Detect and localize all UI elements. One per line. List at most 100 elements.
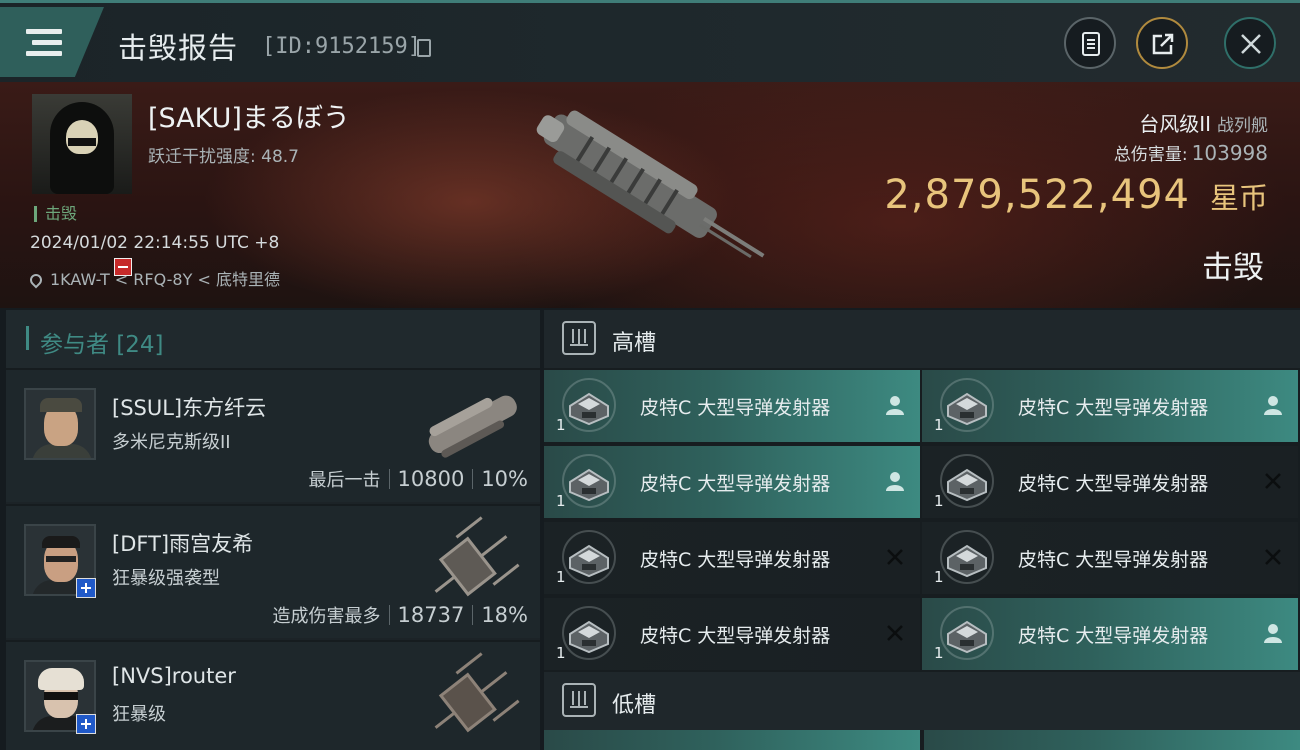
module-quantity: 1	[934, 416, 944, 434]
participant-ship-image	[428, 395, 517, 458]
dropped-person-icon	[886, 396, 904, 415]
kill-location[interactable]: 1KAW-T < RFQ-8Y < 底特里德	[27, 266, 280, 290]
report-id: [ID:9152159]	[262, 34, 421, 59]
slot-glyph	[570, 329, 588, 346]
victim-ship-class[interactable]: 台风级II 战列舰	[1139, 108, 1268, 137]
missile-launcher-icon	[562, 454, 616, 508]
high-slot-item[interactable]: 1 皮特C 大型导弹发射器	[922, 522, 1298, 594]
clipboard-icon	[1082, 32, 1100, 56]
clipboard-button[interactable]	[1064, 17, 1116, 69]
destroyed-x-icon	[887, 625, 903, 641]
total-damage-value: 103998	[1191, 141, 1268, 165]
location-text: 1KAW-T < RFQ-8Y < 底特里德	[50, 270, 280, 289]
missile-launcher-icon	[562, 530, 616, 584]
participant-ship-image	[434, 516, 520, 597]
location-pin-icon	[27, 271, 45, 289]
high-slot-icon	[562, 321, 596, 355]
ship-type: 战列舰	[1217, 116, 1268, 136]
warp-scramble-strength: 跃迁干扰强度: 48.7	[148, 147, 299, 167]
missile-launcher-icon	[940, 530, 994, 584]
total-damage: 总伤害量: 103998	[1114, 140, 1268, 165]
high-slot-item[interactable]: 1 皮特C 大型导弹发射器	[922, 370, 1298, 442]
module-name: 皮特C 大型导弹发射器	[640, 473, 831, 495]
total-damage-label: 总伤害量:	[1113, 145, 1188, 165]
participant-name: [DFT]雨宫友希	[112, 532, 254, 556]
missile-launcher-icon	[562, 378, 616, 432]
participants-panel: 参与者 [24] [SSUL]东方纤云 多米尼克斯级II 最后一击 10800 10…	[6, 310, 540, 750]
low-slot-icon	[562, 683, 596, 717]
kill-summary: [SAKU]まるぼう 跃迁干扰强度: 48.7 击毁 2024/01/02 22…	[0, 82, 1300, 308]
module-name: 皮特C 大型导弹发射器	[1018, 397, 1209, 419]
module-name: 皮特C 大型导弹发射器	[1018, 625, 1209, 647]
avatar-cap	[40, 398, 82, 412]
menu-icon-bar	[26, 51, 62, 56]
participants-header[interactable]: 参与者 [24]	[6, 310, 540, 368]
participant-ship: 多米尼克斯级II	[112, 432, 231, 453]
participant-name: [SSUL]东方纤云	[112, 396, 267, 420]
participant-row[interactable]: [NVS]router 狂暴级	[6, 640, 540, 750]
module-quantity: 1	[556, 568, 566, 586]
missile-launcher-icon	[940, 378, 994, 432]
stat-divider	[472, 469, 474, 489]
dropped-person-icon	[1264, 396, 1282, 415]
kill-timestamp: 2024/01/02 22:14:55 UTC +8	[30, 233, 280, 253]
menu-button[interactable]	[0, 7, 104, 77]
fleet-plus-badge	[76, 714, 96, 734]
participant-stats: 造成伤害最多 18737 18%	[273, 602, 529, 628]
low-slot-item[interactable]	[924, 730, 1300, 750]
avatar-glasses	[44, 692, 78, 700]
low-slot-label: 低槽	[612, 693, 657, 718]
dropped-person-icon	[1264, 624, 1282, 643]
missile-launcher-icon	[940, 606, 994, 660]
participant-row[interactable]: [DFT]雨宫友希 狂暴级强袭型 造成伤害最多 18737 18%	[6, 504, 540, 638]
header-accent	[26, 326, 29, 350]
participant-avatar[interactable]	[24, 388, 96, 460]
menu-icon-bar	[32, 40, 62, 45]
module-quantity: 1	[934, 644, 944, 662]
close-button[interactable]	[1224, 17, 1276, 69]
stat-label: 最后一击	[308, 470, 381, 491]
missile-launcher-icon	[562, 606, 616, 660]
module-name: 皮特C 大型导弹发射器	[1018, 549, 1209, 571]
low-slot-item[interactable]	[544, 730, 920, 750]
page-title: 击毁报告	[118, 31, 239, 65]
module-name: 皮特C 大型导弹发射器	[640, 625, 831, 647]
destroyed-x-icon	[1265, 473, 1281, 489]
high-slot-item[interactable]: 1 皮特C 大型导弹发射器	[544, 598, 920, 670]
victim-name[interactable]: [SAKU]まるぼう	[148, 96, 350, 135]
victim-ship-image[interactable]	[510, 92, 790, 302]
destroyed-x-icon	[1265, 549, 1281, 565]
stat-label: 造成伤害最多	[272, 606, 381, 627]
high-slot-item[interactable]: 1 皮特C 大型导弹发射器	[544, 522, 920, 594]
victim-portrait[interactable]	[32, 94, 132, 194]
participant-ship-image	[434, 652, 520, 733]
avatar-hair	[42, 536, 80, 548]
copy-icon[interactable]	[417, 39, 431, 57]
participant-ship: 狂暴级强袭型	[112, 568, 220, 589]
stat-divider	[472, 605, 474, 625]
high-slot-item[interactable]: 1 皮特C 大型导弹发射器	[544, 370, 920, 442]
stat-damage: 18737	[397, 603, 465, 627]
share-button[interactable]	[1136, 17, 1188, 69]
participant-row[interactable]: [SSUL]东方纤云 多米尼克斯级II 最后一击 10800 10%	[6, 368, 540, 502]
isk-value: 2,879,522,494 星币	[884, 172, 1268, 218]
destroyed-x-icon	[887, 549, 903, 565]
isk-amount: 2,879,522,494	[884, 172, 1190, 218]
fitting-panel: 高槽 低槽 1 皮特C 大型导弹发射器 1 皮特C 大型导弹发射器 1 皮特C 大型导弹发…	[544, 310, 1300, 750]
ship-class-name: 台风级II	[1139, 112, 1211, 136]
participants-count: 参与者 [24]	[40, 332, 164, 358]
avatar-hair	[38, 668, 84, 690]
participant-ship: 狂暴级	[112, 704, 166, 725]
high-slot-item[interactable]: 1 皮特C 大型导弹发射器	[544, 446, 920, 518]
kill-status: 击毁	[1202, 250, 1264, 286]
high-slot-item[interactable]: 1 皮特C 大型导弹发射器	[922, 598, 1298, 670]
close-icon	[1241, 34, 1261, 54]
module-quantity: 1	[934, 492, 944, 510]
stat-percent: 10%	[481, 467, 528, 491]
stat-divider	[388, 469, 390, 489]
high-slot-label: 高槽	[612, 331, 657, 356]
module-quantity: 1	[556, 492, 566, 510]
portrait-mask	[66, 120, 98, 154]
high-slot-item[interactable]: 1 皮特C 大型导弹发射器	[922, 446, 1298, 518]
participant-name: [NVS]router	[112, 664, 236, 688]
